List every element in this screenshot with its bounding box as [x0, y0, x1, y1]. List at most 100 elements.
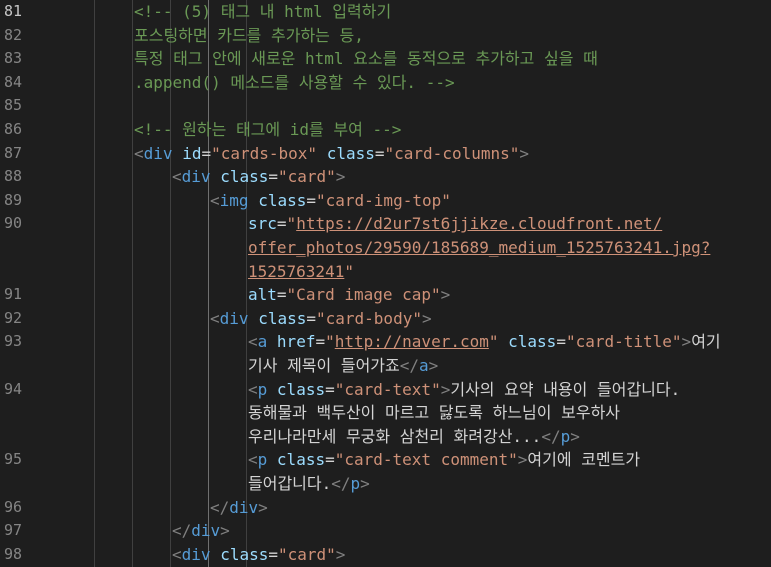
code-token: >: [681, 332, 692, 352]
code-token: <: [172, 167, 182, 187]
line-number: 88: [3, 167, 22, 186]
code-token: "card-text": [334, 379, 441, 399]
code-line[interactable]: </div>: [172, 519, 230, 543]
code-line[interactable]: <div class="card">: [172, 165, 345, 189]
code-token: =: [201, 143, 212, 163]
code-token: 특정 태그 안에 새로운 html 요소를 동적으로 추가하고 싶을 때: [134, 49, 598, 69]
code-token: p: [257, 379, 268, 399]
line-number: 93: [3, 332, 22, 351]
code-line[interactable]: 1525763241": [248, 260, 354, 284]
code-line[interactable]: 기사 제목이 들어가죠</a>: [248, 354, 438, 378]
line-number: 89: [3, 190, 22, 209]
line-number: 92: [3, 308, 22, 327]
line-number: 97: [3, 521, 22, 540]
code-token: offer_photos/29590/185689_medium_1525763…: [248, 238, 711, 257]
code-token: "cards-box": [211, 143, 318, 163]
code-token: ": [344, 261, 354, 281]
code-line[interactable]: <div class="card">: [172, 543, 345, 567]
code-token: a: [257, 332, 268, 352]
code-token: class: [258, 190, 307, 210]
code-line[interactable]: src="https://d2ur7st6jjikze.cloudfront.n…: [248, 212, 662, 236]
code-token: =: [276, 214, 287, 234]
code-editor[interactable]: 81 82 83 84 85 86 87 88 89 90 91 92 93 94 95 96 97 98 <!-…: [0, 0, 771, 567]
line-number: 95: [3, 450, 22, 469]
code-token: p: [350, 474, 361, 493]
code-token: >: [428, 356, 439, 375]
code-token: >: [258, 497, 268, 517]
code-line[interactable]: <div class="card-body">: [210, 307, 432, 331]
code-token: "card-img-top": [316, 190, 451, 210]
code-line[interactable]: <img class="card-img-top": [210, 189, 451, 213]
code-token: div: [181, 167, 211, 187]
code-token: class: [276, 379, 326, 399]
code-line[interactable]: alt="Card image cap">: [248, 283, 450, 307]
code-token: =: [325, 379, 335, 399]
code-token: >: [360, 474, 370, 493]
code-line[interactable]: .append() 메소드를 사용할 수 있다. -->: [134, 71, 455, 95]
line-number: 91: [3, 285, 22, 304]
line-number: 87: [3, 143, 22, 162]
code-token: "card": [278, 167, 336, 187]
indent-guide: [94, 0, 95, 567]
code-token: ": [286, 214, 297, 234]
code-token: >: [517, 450, 528, 470]
code-line[interactable]: 우리나라만세 무궁화 삼천리 화려강산...</p>: [248, 425, 580, 449]
line-number: 81: [3, 2, 22, 20]
code-line[interactable]: <p class="card-text">기사의 요약 내용이 들어갑니다.: [248, 378, 680, 402]
code-token: class: [220, 167, 269, 187]
code-token: "card-columns": [384, 143, 520, 163]
code-line[interactable]: 특정 태그 안에 새로운 html 요소를 동적으로 추가하고 싶을 때: [134, 47, 598, 71]
line-number: 85: [3, 96, 22, 115]
code-line[interactable]: <a href="http://naver.com" class="card-t…: [248, 330, 721, 354]
code-token: >: [421, 308, 432, 328]
code-token: <: [248, 379, 258, 399]
code-token: >: [335, 544, 346, 564]
code-line[interactable]: <!-- (5) 태그 내 html 입력하기: [134, 0, 391, 24]
code-line[interactable]: 동해물과 백두산이 마르고 닳도록 하느님이 보우하사: [248, 401, 620, 425]
code-line[interactable]: offer_photos/29590/185689_medium_1525763…: [248, 236, 710, 260]
code-line[interactable]: </div>: [210, 496, 268, 520]
code-token: =: [306, 190, 316, 210]
code-token: =: [268, 544, 278, 564]
code-token: div: [181, 544, 211, 564]
code-token: </: [331, 474, 351, 493]
line-number: 90: [3, 214, 22, 233]
code-token: class: [276, 450, 326, 470]
code-token: class: [508, 332, 557, 352]
code-token: 포스팅하면 카드를 추가하는 등,: [134, 25, 364, 45]
code-token: ": [325, 332, 335, 352]
code-line[interactable]: <!-- 원하는 태그에 id를 부여 -->: [134, 118, 401, 142]
code-token: 들어갑니다.: [248, 474, 332, 493]
code-token: =: [268, 167, 278, 187]
code-token: >: [220, 521, 230, 541]
code-token: <!-- 원하는 태그에 id를 부여 -->: [134, 120, 402, 139]
code-token: 여기에 코멘트가: [527, 450, 641, 470]
code-token: </: [399, 356, 420, 375]
code-line[interactable]: <p class="card-text comment">여기에 코멘트가: [248, 448, 640, 472]
code-line[interactable]: 들어갑니다.</p>: [248, 472, 370, 496]
code-token: alt: [248, 285, 277, 305]
code-token: </: [172, 521, 192, 541]
code-token: p: [560, 426, 571, 446]
code-token: ": [488, 332, 499, 352]
code-token: src: [248, 214, 277, 234]
line-number: 98: [3, 544, 22, 563]
code-line[interactable]: <div id="cards-box" class="card-columns"…: [134, 142, 529, 166]
code-token: =: [306, 308, 316, 328]
code-token: <: [134, 143, 144, 163]
code-token: >: [570, 426, 580, 446]
code-token: "Card image cap": [286, 285, 441, 305]
code-token: div: [143, 143, 173, 163]
code-line[interactable]: 포스팅하면 카드를 추가하는 등,: [134, 24, 364, 48]
code-token: p: [257, 450, 268, 470]
code-token: </: [541, 426, 561, 446]
code-token: 동해물과 백두산이 마르고 닳도록 하느님이 보우하사: [248, 403, 621, 423]
code-token: <: [248, 332, 258, 352]
code-token: 1525763241: [248, 261, 345, 281]
code-area[interactable]: <!-- (5) 태그 내 html 입력하기 포스팅하면 카드를 추가하는 등,…: [56, 0, 771, 567]
